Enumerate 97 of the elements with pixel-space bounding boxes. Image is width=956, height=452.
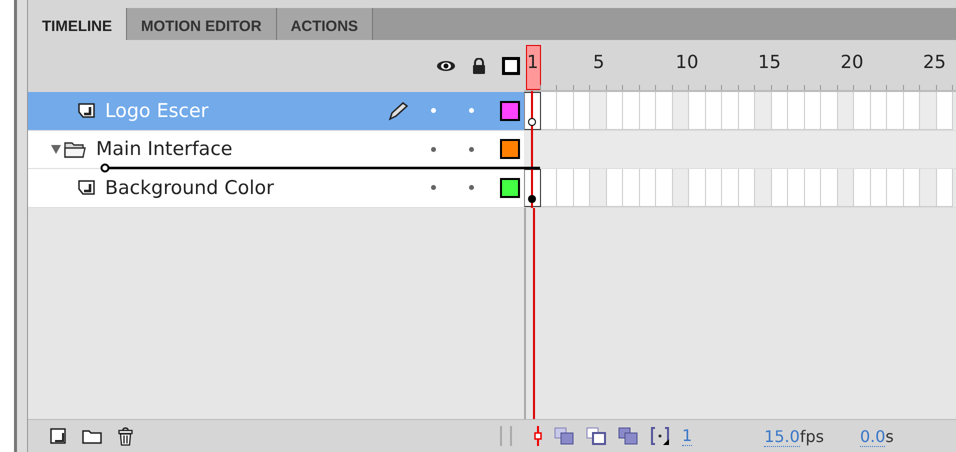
frame-cell[interactable] <box>854 92 870 130</box>
frame-cell[interactable] <box>870 92 887 130</box>
panel-tab[interactable]: TIMELINE <box>28 8 127 40</box>
frame-cell[interactable] <box>574 169 590 206</box>
frame-cell[interactable] <box>772 92 788 130</box>
folder-icon <box>64 140 86 158</box>
frame-cell[interactable] <box>656 169 672 206</box>
frame-rate-unit: fps <box>800 426 824 446</box>
visibility-dot[interactable] <box>431 108 436 114</box>
layer-color-swatch[interactable] <box>500 139 520 160</box>
current-frame-field[interactable]: 1 <box>682 426 692 446</box>
expanded-arrow-icon[interactable] <box>50 143 64 156</box>
frame-number: 15 <box>758 52 781 73</box>
frame-cell[interactable] <box>936 92 953 130</box>
blank-keyframe-cell[interactable] <box>524 92 540 130</box>
lock-icon[interactable] <box>472 58 486 74</box>
frame-cell[interactable] <box>838 92 854 130</box>
elapsed-time-field[interactable]: 0.0 <box>860 426 886 446</box>
frame-cell[interactable] <box>904 92 920 130</box>
elapsed-time-unit: s <box>885 426 894 446</box>
layer-color-swatch[interactable] <box>500 178 520 198</box>
frame-cell[interactable] <box>722 169 738 206</box>
outline-icon[interactable] <box>502 57 520 75</box>
new-layer-icon[interactable] <box>50 428 66 444</box>
layer-icon <box>78 103 95 118</box>
frame-cell[interactable] <box>854 169 870 206</box>
keyframe-cell[interactable] <box>524 169 540 206</box>
frame-cell[interactable] <box>574 92 590 130</box>
panel-tab[interactable]: MOTION EDITOR <box>127 8 277 40</box>
frame-number: 1 <box>527 52 538 73</box>
playhead-marker[interactable] <box>526 45 541 90</box>
frame-cell[interactable] <box>804 169 821 206</box>
frame-number: 5 <box>593 52 604 73</box>
frame-cell[interactable] <box>606 169 623 206</box>
new-folder-icon[interactable] <box>82 428 102 444</box>
layer-name: Logo Escer <box>105 100 210 122</box>
layer-icon <box>78 180 95 196</box>
frame-number: 20 <box>840 52 864 73</box>
frame-cell[interactable] <box>887 92 904 130</box>
frame-cell[interactable] <box>904 169 920 206</box>
frame-cell[interactable] <box>640 92 656 130</box>
layer-row[interactable]: Main Interface <box>28 130 524 168</box>
frame-cell[interactable] <box>788 92 804 130</box>
frame-cell[interactable] <box>672 169 689 206</box>
onion-outlines-icon[interactable] <box>586 427 606 445</box>
frame-cell[interactable] <box>540 92 557 130</box>
frame-cell[interactable] <box>838 169 854 206</box>
frame-cell[interactable] <box>590 169 606 206</box>
frame-rate-field[interactable]: 15.0 <box>764 426 800 446</box>
frame-cell[interactable] <box>870 169 887 206</box>
edit-multiple-frames-icon[interactable] <box>618 427 638 445</box>
frame-cell[interactable] <box>804 92 821 130</box>
frame-cell[interactable] <box>689 169 706 206</box>
lock-dot[interactable] <box>469 146 474 152</box>
frame-cell[interactable] <box>557 92 574 130</box>
frame-cell[interactable] <box>755 169 772 206</box>
frame-cell[interactable] <box>738 169 755 206</box>
onion-markers-icon[interactable] <box>650 426 670 446</box>
frame-cell[interactable] <box>606 92 623 130</box>
frame-cell[interactable] <box>656 92 672 130</box>
frame-cell[interactable] <box>920 92 936 130</box>
frame-cell[interactable] <box>821 92 838 130</box>
frame-cell[interactable] <box>590 92 606 130</box>
frame-cell[interactable] <box>821 169 838 206</box>
layer-name: Background Color <box>105 176 275 199</box>
layer-color-swatch[interactable] <box>500 100 520 121</box>
frame-cell[interactable] <box>540 169 557 206</box>
visibility-dot[interactable] <box>431 146 436 152</box>
frame-cell[interactable] <box>722 92 738 130</box>
lock-dot[interactable] <box>469 185 474 190</box>
eye-icon[interactable] <box>436 60 456 72</box>
frame-cell[interactable] <box>887 169 904 206</box>
frame-cell[interactable] <box>738 92 755 130</box>
layer-name: Main Interface <box>96 138 234 160</box>
panel-tab[interactable]: ACTIONS <box>276 8 374 40</box>
frame-number: 25 <box>923 52 946 73</box>
frame-cell[interactable] <box>623 169 640 206</box>
frame-number: 10 <box>676 52 698 73</box>
frame-cell[interactable] <box>623 92 640 130</box>
lock-dot[interactable] <box>469 108 474 114</box>
frame-cell[interactable] <box>772 169 788 206</box>
frame-cell[interactable] <box>706 169 722 206</box>
resize-grip[interactable] <box>500 426 512 446</box>
frame-cell[interactable] <box>557 169 574 206</box>
onion-skin-icon[interactable] <box>554 427 574 445</box>
frame-cell[interactable] <box>672 92 689 130</box>
frame-cell[interactable] <box>706 92 722 130</box>
visibility-dot[interactable] <box>431 185 436 190</box>
center-frame-icon[interactable] <box>534 426 542 446</box>
layer-row[interactable]: Background Color <box>28 169 524 206</box>
frame-cell[interactable] <box>936 169 953 206</box>
frame-cell[interactable] <box>755 92 772 130</box>
trash-icon[interactable] <box>118 426 133 446</box>
frame-cell[interactable] <box>689 92 706 130</box>
frame-cell[interactable] <box>640 169 656 206</box>
frame-cell[interactable] <box>788 169 804 206</box>
frame-cell[interactable] <box>920 169 936 206</box>
